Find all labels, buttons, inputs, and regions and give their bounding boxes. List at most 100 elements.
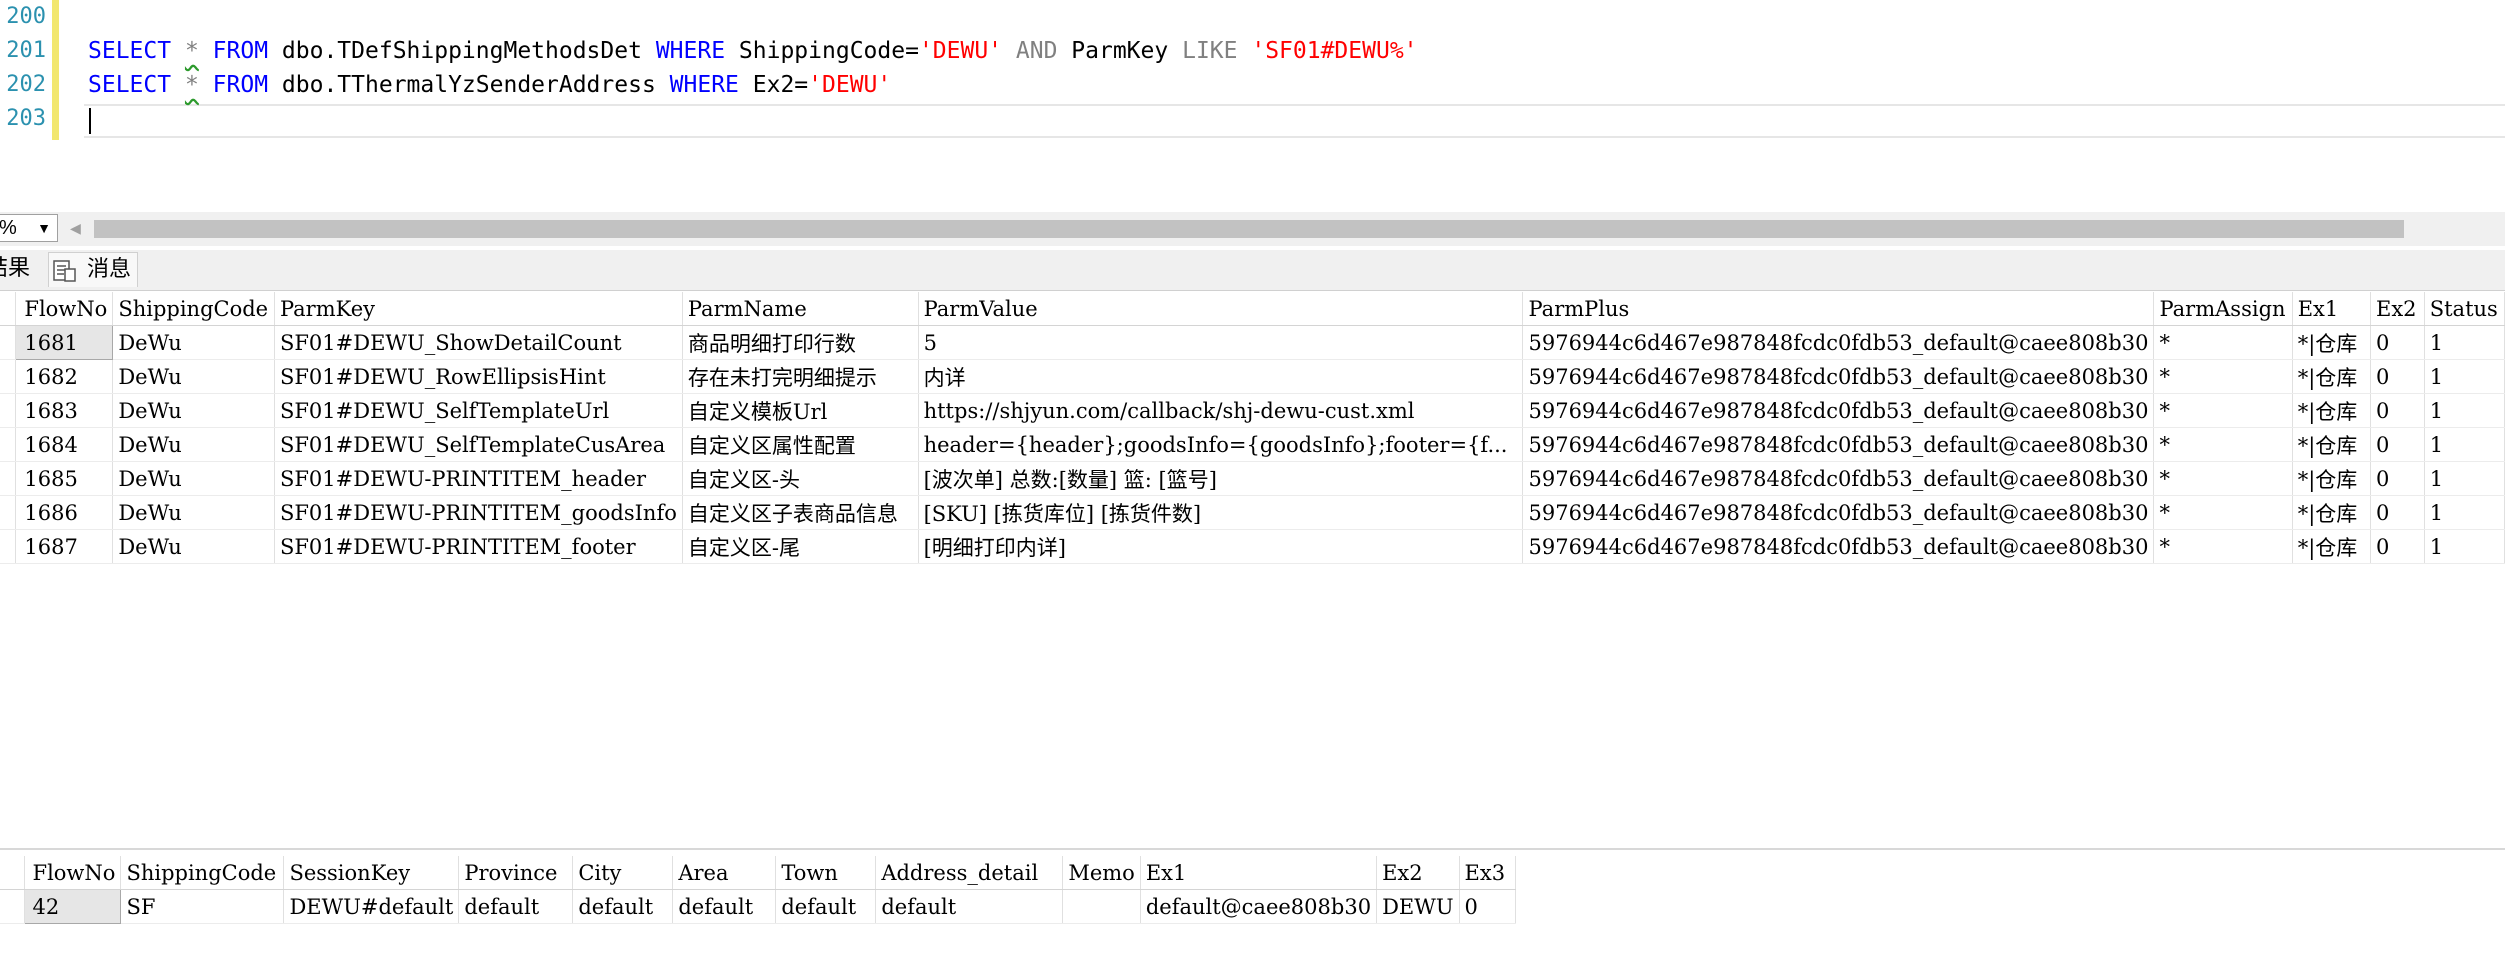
- column-header[interactable]: Ex3: [1459, 856, 1516, 890]
- table-cell[interactable]: *|仓库: [2292, 325, 2372, 360]
- table-cell[interactable]: 商品明细打印行数: [682, 325, 919, 360]
- scroll-left-arrow-icon[interactable]: ◀: [70, 218, 81, 239]
- table-cell[interactable]: default: [572, 889, 674, 924]
- row-selector[interactable]: [0, 325, 17, 360]
- table-cell[interactable]: DeWu: [112, 529, 275, 564]
- row-selector[interactable]: [0, 529, 17, 564]
- table-cell[interactable]: *|仓库: [2292, 461, 2372, 496]
- table-cell[interactable]: 自定义模板Url: [682, 393, 919, 428]
- table-cell[interactable]: 1686: [15, 495, 114, 530]
- column-header[interactable]: FlowNo: [15, 292, 114, 326]
- zoom-dropdown[interactable]: % ▼: [0, 214, 58, 242]
- table-cell[interactable]: 1681: [15, 325, 114, 360]
- column-header[interactable]: ParmKey: [274, 292, 683, 326]
- table-cell[interactable]: SF01#DEWU-PRINTITEM_footer: [274, 529, 683, 564]
- table-cell[interactable]: 0: [1459, 889, 1516, 924]
- table-cell[interactable]: [1062, 889, 1141, 924]
- grid-splitter[interactable]: [0, 848, 2505, 850]
- table-cell[interactable]: 5976944c6d467e987848fcdc0fdb53_default@c…: [1522, 325, 2155, 360]
- table-cell[interactable]: default: [672, 889, 777, 924]
- tab-results[interactable]: 结果: [0, 252, 30, 286]
- table-cell[interactable]: 0: [2370, 393, 2425, 428]
- column-header[interactable]: ShippingCode: [112, 292, 275, 326]
- table-cell[interactable]: SF01#DEWU_SelfTemplateCusArea: [274, 427, 683, 462]
- results-grid-2[interactable]: FlowNo ShippingCode SessionKey Province City…: [0, 856, 1516, 924]
- table-cell[interactable]: 0: [2370, 461, 2425, 496]
- table-cell[interactable]: DEWU#default: [283, 889, 460, 924]
- table-row[interactable]: 42 SF DEWU#default default default default def…: [0, 889, 1516, 924]
- code-line-201[interactable]: SELECT * FROM dbo.TDefShippingMethodsDet…: [88, 34, 1418, 68]
- column-header[interactable]: Status: [2424, 292, 2505, 326]
- table-cell[interactable]: *: [2153, 495, 2293, 530]
- table-cell[interactable]: 自定义区-头: [682, 461, 919, 496]
- table-cell[interactable]: default: [875, 889, 1064, 924]
- table-cell[interactable]: 1: [2424, 461, 2505, 496]
- column-header[interactable]: Area: [672, 856, 777, 890]
- table-cell[interactable]: 1: [2424, 529, 2505, 564]
- results-grid-1[interactable]: FlowNo ShippingCode ParmKey ParmName ParmVal…: [0, 292, 2505, 564]
- table-cell[interactable]: default@caee808b30: [1140, 889, 1378, 924]
- table-cell[interactable]: *|仓库: [2292, 529, 2372, 564]
- table-cell[interactable]: header={header};goodsInfo={goodsInfo};fo…: [918, 427, 1524, 462]
- table-cell[interactable]: 0: [2370, 495, 2425, 530]
- sql-editor[interactable]: 200 201 202 203 SELECT * FROM dbo.TDefSh…: [0, 0, 2505, 210]
- table-cell[interactable]: SF01#DEWU-PRINTITEM_goodsInfo: [274, 495, 683, 530]
- table-cell[interactable]: DEWU: [1376, 889, 1460, 924]
- table-cell[interactable]: [SKU] [拣货库位] [拣货件数]: [918, 495, 1524, 530]
- table-cell[interactable]: SF01#DEWU-PRINTITEM_header: [274, 461, 683, 496]
- table-row[interactable]: 1687 DeWu SF01#DEWU-PRINTITEM_footer 自定义区-尾…: [0, 529, 2505, 564]
- table-cell[interactable]: DeWu: [112, 427, 275, 462]
- table-cell[interactable]: 1683: [15, 393, 114, 428]
- table-cell[interactable]: 1: [2424, 325, 2505, 360]
- row-selector[interactable]: [0, 393, 17, 428]
- row-selector[interactable]: [0, 359, 17, 394]
- column-header[interactable]: Ex2: [1376, 856, 1460, 890]
- table-cell[interactable]: *: [2153, 359, 2293, 394]
- table-cell[interactable]: 0: [2370, 359, 2425, 394]
- table-row[interactable]: 1683 DeWu SF01#DEWU_SelfTemplateUrl 自定义模板Ur…: [0, 393, 2505, 428]
- table-cell[interactable]: 1684: [15, 427, 114, 462]
- table-cell[interactable]: 自定义区属性配置: [682, 427, 919, 462]
- column-header[interactable]: FlowNo: [24, 856, 122, 890]
- table-cell[interactable]: 1: [2424, 427, 2505, 462]
- row-selector[interactable]: [0, 427, 17, 462]
- table-cell[interactable]: SF01#DEWU_SelfTemplateUrl: [274, 393, 683, 428]
- code-line-200[interactable]: [88, 0, 1418, 34]
- column-header[interactable]: Ex1: [1140, 856, 1378, 890]
- table-cell[interactable]: 0: [2370, 427, 2425, 462]
- table-cell[interactable]: 0: [2370, 325, 2425, 360]
- column-header[interactable]: Ex1: [2292, 292, 2372, 326]
- table-row[interactable]: 1685 DeWu SF01#DEWU-PRINTITEM_header 自定义区-头…: [0, 461, 2505, 496]
- table-cell[interactable]: SF: [120, 889, 285, 924]
- table-cell[interactable]: 5976944c6d467e987848fcdc0fdb53_default@c…: [1522, 359, 2155, 394]
- table-cell[interactable]: 内详: [918, 359, 1524, 394]
- table-cell[interactable]: 1: [2424, 359, 2505, 394]
- table-cell[interactable]: *|仓库: [2292, 393, 2372, 428]
- table-cell[interactable]: 1: [2424, 495, 2505, 530]
- table-cell[interactable]: 5976944c6d467e987848fcdc0fdb53_default@c…: [1522, 461, 2155, 496]
- column-header[interactable]: SessionKey: [283, 856, 460, 890]
- table-cell[interactable]: 0: [2370, 529, 2425, 564]
- column-header[interactable]: ParmAssign: [2153, 292, 2293, 326]
- table-cell[interactable]: default: [775, 889, 877, 924]
- column-header[interactable]: ParmName: [682, 292, 919, 326]
- table-cell[interactable]: 5976944c6d467e987848fcdc0fdb53_default@c…: [1522, 529, 2155, 564]
- table-cell[interactable]: 5976944c6d467e987848fcdc0fdb53_default@c…: [1522, 427, 2155, 462]
- table-cell[interactable]: 5976944c6d467e987848fcdc0fdb53_default@c…: [1522, 495, 2155, 530]
- table-cell[interactable]: 1: [2424, 393, 2505, 428]
- column-header[interactable]: Town: [775, 856, 877, 890]
- code-area[interactable]: SELECT * FROM dbo.TDefShippingMethodsDet…: [88, 0, 1418, 136]
- table-cell[interactable]: *|仓库: [2292, 359, 2372, 394]
- table-row[interactable]: 1682 DeWu SF01#DEWU_RowEllipsisHint 存在未打完明细…: [0, 359, 2505, 394]
- table-cell[interactable]: *: [2153, 461, 2293, 496]
- table-cell[interactable]: [明细打印内详]: [918, 529, 1524, 564]
- table-cell[interactable]: 自定义区子表商品信息: [682, 495, 919, 530]
- table-cell[interactable]: *: [2153, 427, 2293, 462]
- column-header[interactable]: Ex2: [2370, 292, 2425, 326]
- horizontal-scrollbar-thumb[interactable]: [94, 220, 2404, 238]
- table-cell[interactable]: 自定义区-尾: [682, 529, 919, 564]
- table-cell[interactable]: *|仓库: [2292, 427, 2372, 462]
- table-cell[interactable]: DeWu: [112, 461, 275, 496]
- column-header[interactable]: Memo: [1062, 856, 1141, 890]
- column-header[interactable]: ParmPlus: [1522, 292, 2155, 326]
